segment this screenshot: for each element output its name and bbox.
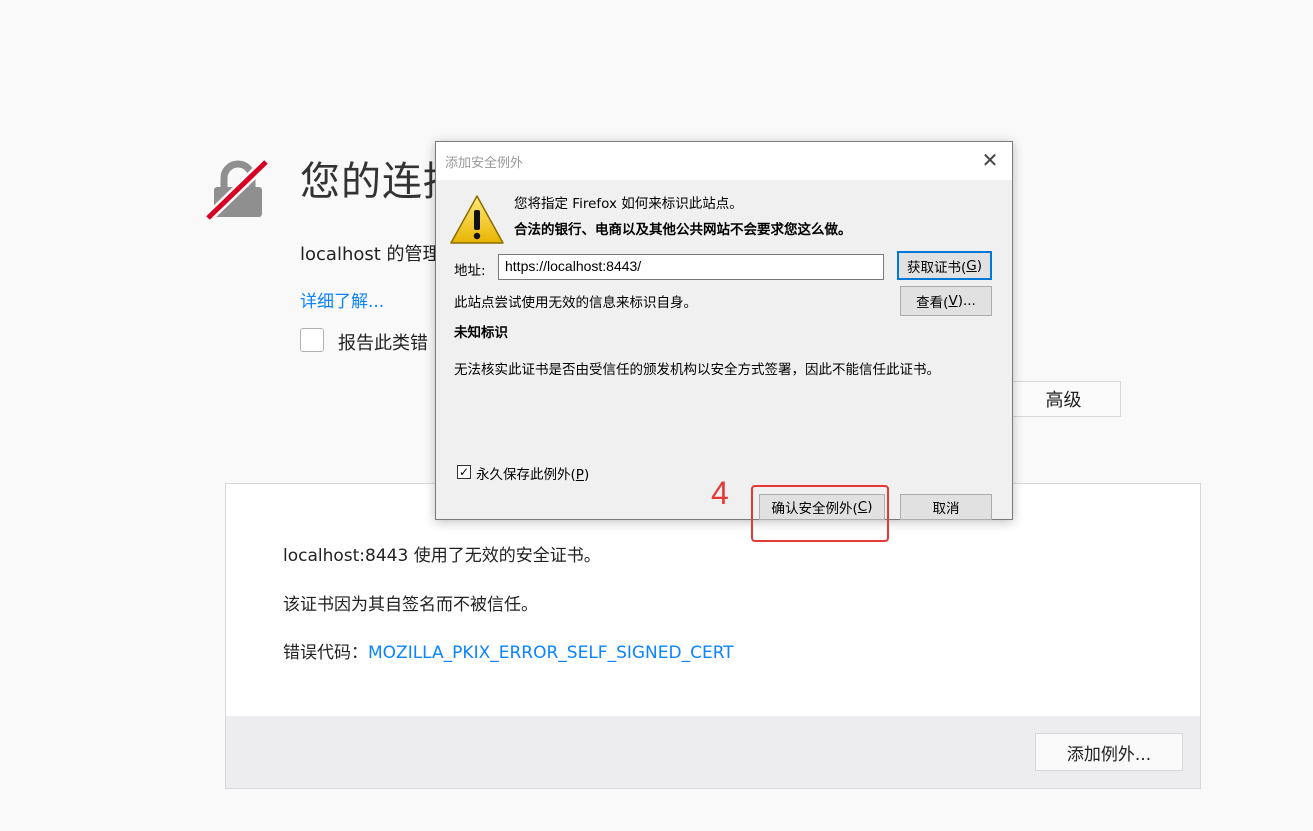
step-number-annotation: 4 — [711, 475, 729, 511]
view-label: 查看( — [916, 295, 949, 311]
permanent-accesskey: P — [575, 467, 584, 483]
address-input[interactable]: https://localhost:8443/ — [498, 254, 884, 280]
unknown-identity-heading: 未知标识 — [454, 325, 508, 341]
learn-more-link[interactable]: 详细了解... — [300, 287, 384, 312]
address-label: 地址: — [454, 263, 486, 279]
advanced-button[interactable]: 高级 — [1006, 381, 1121, 417]
add-security-exception-dialog: 添加安全例外 ✕ 您将指定 Firefox 如何来标识此站点。 合法的银行、电商… — [435, 141, 1013, 520]
add-exception-button[interactable]: 添加例外... — [1035, 733, 1183, 771]
get-certificate-suffix: ) — [976, 257, 983, 274]
permanent-label-text: 永久保存此例外( — [476, 467, 576, 483]
advanced-details-panel: localhost:8443 使用了无效的安全证书。 该证书因为其自签名而不被信… — [225, 483, 1201, 789]
permanent-label-suffix: ) — [583, 467, 590, 483]
highlight-rectangle — [751, 485, 889, 542]
view-suffix: )... — [957, 293, 976, 309]
details-footer: 添加例外... — [226, 716, 1200, 788]
dialog-titlebar: 添加安全例外 ✕ — [436, 142, 1012, 180]
certificate-detail-text: 无法核实此证书是否由受信任的颁发机构以安全方式签署，因此不能信任此证书。 — [454, 362, 940, 378]
report-checkbox[interactable] — [300, 328, 324, 352]
cancel-button[interactable]: 取消 — [900, 494, 992, 520]
view-accesskey: V — [948, 293, 958, 309]
get-certificate-accesskey: G — [966, 257, 977, 274]
site-status-message: 此站点尝试使用无效的信息来标识自身。 — [454, 295, 697, 311]
dialog-intro-text: 您将指定 Firefox 如何来标识此站点。 — [514, 196, 743, 212]
error-code-link[interactable]: MOZILLA_PKIX_ERROR_SELF_SIGNED_CERT — [368, 643, 734, 663]
view-certificate-button[interactable]: 查看(V)... — [900, 286, 992, 316]
warning-icon — [450, 195, 504, 244]
dialog-warning-text: 合法的银行、电商以及其他公共网站不会要求您这么做。 — [514, 222, 852, 238]
close-icon[interactable]: ✕ — [980, 150, 1000, 170]
permanent-exception-label[interactable]: 永久保存此例外(P) — [476, 463, 589, 483]
invalid-cert-message: localhost:8443 使用了无效的安全证书。 — [283, 546, 601, 566]
self-signed-message: 该证书因为其自签名而不被信任。 — [283, 595, 538, 615]
dialog-title: 添加安全例外 — [445, 156, 524, 171]
get-certificate-button[interactable]: 获取证书(G) — [897, 251, 992, 280]
permanent-exception-checkbox[interactable]: ✓ — [457, 465, 471, 479]
error-code-line: 错误代码：MOZILLA_PKIX_ERROR_SELF_SIGNED_CERT — [283, 638, 734, 663]
error-code-label: 错误代码： — [283, 643, 368, 663]
get-certificate-label: 获取证书( — [906, 259, 967, 276]
report-checkbox-label: 报告此类错 — [338, 333, 428, 354]
broken-lock-icon — [206, 158, 270, 222]
